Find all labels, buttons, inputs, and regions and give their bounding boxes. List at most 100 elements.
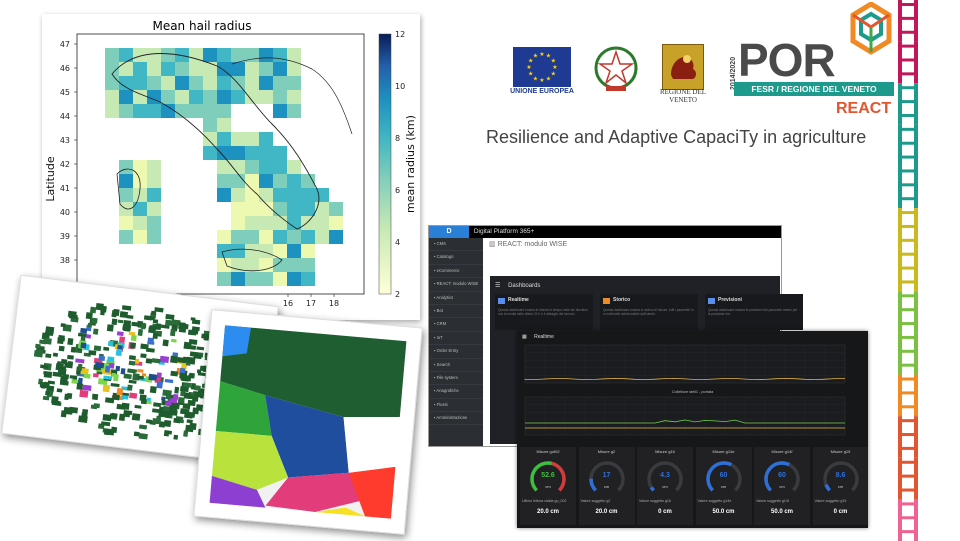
- sidebar-item-label: CRM: [436, 321, 447, 327]
- sidebar-item[interactable]: ▪ Order Entry: [429, 345, 483, 359]
- cluster-cell: [165, 319, 174, 326]
- cluster-cell: [167, 430, 173, 435]
- map-cell: [287, 174, 301, 188]
- colorbar-tick-label: 6: [395, 186, 400, 195]
- map-cell: [287, 160, 301, 174]
- cluster-cell: [68, 314, 78, 320]
- map-cell: [133, 202, 147, 216]
- sidebar-item-label: Anagrafiche: [436, 388, 459, 394]
- sidebar-item[interactable]: ▪ Anagrafiche: [429, 385, 483, 399]
- sidebar-item[interactable]: ▪ CRM: [429, 318, 483, 332]
- gauge-footer: Valore soggetto g15: [814, 499, 847, 503]
- map-cell: [287, 244, 301, 258]
- realtime-dashboard-window: ▦ Realtime Collettore stell1 - portata M…: [517, 331, 868, 528]
- colorbar-tick-label: 8: [395, 134, 400, 143]
- gauge-footer: Valore soggetto g2: [580, 499, 611, 503]
- gauge-panel[interactable]: Misure g14f 60 cm Valore soggetto g14f 50.0 …: [754, 447, 810, 525]
- cluster-cell: [128, 355, 136, 361]
- map-cell: [245, 76, 259, 90]
- map-cell: [245, 258, 259, 272]
- cluster-cell: [64, 362, 73, 369]
- sidebar-item[interactable]: ▪ File system: [429, 372, 483, 386]
- realtime-line-chart-2[interactable]: [517, 395, 868, 441]
- cluster-cell: [138, 424, 148, 430]
- dashboard-card[interactable]: Realtime Questa dashboard mostra le misur…: [495, 294, 593, 330]
- map-cell: [203, 48, 217, 62]
- cluster-cell: [75, 358, 85, 364]
- map-cell: [273, 272, 287, 286]
- gauge-panel[interactable]: Misure g14e 60 cm Valore soggetto g14e 50.0 …: [695, 447, 752, 525]
- cluster-cell: [123, 373, 132, 380]
- cluster-cell: [128, 360, 136, 366]
- cluster-cell: [170, 338, 177, 343]
- platform-topbar: D Digital Platform 365+: [429, 226, 781, 238]
- svg-text:★: ★: [533, 53, 538, 60]
- cluster-cell: [189, 351, 199, 357]
- sidebar-item[interactable]: ▪ eCommerce: [429, 265, 483, 279]
- sidebar-item[interactable]: ▪ Search: [429, 359, 483, 372]
- map-cell: [259, 62, 273, 76]
- project-subtitle: Resilience and Adaptive CapaciTy in agri…: [486, 127, 867, 147]
- realtime-line-chart-1[interactable]: [517, 343, 868, 389]
- map-cell: [273, 216, 287, 230]
- cluster-cell: [159, 355, 170, 364]
- cluster-cell: [149, 325, 157, 331]
- gauge-panel[interactable]: Misure g15 8.6 cm Valore soggetto g15 0 cm: [812, 447, 868, 525]
- cluster-map-2: [209, 325, 407, 519]
- map-cell: [245, 244, 259, 258]
- cluster-cell: [161, 396, 166, 401]
- sidebar-item[interactable]: ▪ Analytics: [429, 292, 483, 305]
- dashboard-card-desc: Questa dashboard mostra le misure in tem…: [498, 308, 588, 316]
- sidebar-item[interactable]: ▪ Flussi: [429, 399, 483, 413]
- gauge-arc: [647, 461, 683, 492]
- map-cell: [301, 202, 315, 216]
- map-cell: [119, 160, 133, 174]
- map-cell: [175, 62, 189, 76]
- map-cell: [259, 90, 273, 104]
- map-cell: [231, 244, 245, 258]
- map-cell: [147, 160, 161, 174]
- sidebar-item[interactable]: ▪ Bot: [429, 305, 483, 319]
- gauge-panel[interactable]: Misure g16 4.3 cm Valore soggetto g16 0 cm: [637, 447, 693, 525]
- map-cell: [287, 48, 301, 62]
- map-cell: [259, 174, 273, 188]
- dashboard-card[interactable]: Previsioni Questa dashboard mostra le pre…: [705, 294, 803, 330]
- cluster-cell: [117, 319, 124, 324]
- map-cell: [245, 90, 259, 104]
- sidebar-item[interactable]: ▪ Catalogo: [429, 251, 483, 265]
- cluster-cell: [98, 304, 103, 310]
- menu-icon[interactable]: ☰: [495, 283, 500, 289]
- sidebar-item[interactable]: ▪ Amministrazione: [429, 412, 483, 426]
- y-tick-label: 46: [60, 64, 70, 73]
- map-cell: [301, 216, 315, 230]
- cluster-cell: [39, 339, 47, 345]
- cluster-cell: [162, 405, 170, 412]
- cluster-cell: [131, 413, 141, 421]
- map-cell: [217, 104, 231, 118]
- gauge-footer: Valore soggetto g14f: [756, 499, 789, 503]
- grid-icon[interactable]: ▦: [522, 334, 527, 340]
- italian-republic-emblem-icon: [594, 46, 638, 91]
- svg-text:★: ★: [539, 77, 544, 84]
- svg-text:★: ★: [528, 71, 533, 78]
- map-cell: [217, 174, 231, 188]
- gauge-panel[interactable]: Misure g2 17 cm Valore soggetto g2 20.0 cm: [578, 447, 635, 525]
- map-cell: [119, 230, 133, 244]
- sidebar-item[interactable]: ▪ REACT: modulo WISE: [429, 278, 483, 292]
- map-cell: [273, 188, 287, 202]
- cluster-cell: [183, 382, 192, 388]
- platform-logo-icon[interactable]: D: [429, 226, 469, 238]
- dashboard-card[interactable]: Storico Questa dashboard mostra lo storic…: [600, 294, 698, 330]
- sidebar-item[interactable]: ▪ CMS: [429, 238, 483, 252]
- map-cell: [287, 104, 301, 118]
- gauge-footer-value: 20.0 cm: [536, 509, 560, 515]
- cluster-cell: [145, 358, 153, 364]
- cluster-cell: [131, 321, 139, 327]
- svg-text:★: ★: [551, 71, 556, 78]
- map-cell: [259, 48, 273, 62]
- map-cell: [203, 62, 217, 76]
- cluster-cell: [104, 397, 115, 404]
- cluster-cell: [52, 352, 59, 357]
- gauge-panel[interactable]: Misure guf02 52.6 cm Ultimo lettura valida …: [520, 447, 576, 525]
- sidebar-item[interactable]: ▪ IoT: [429, 332, 483, 346]
